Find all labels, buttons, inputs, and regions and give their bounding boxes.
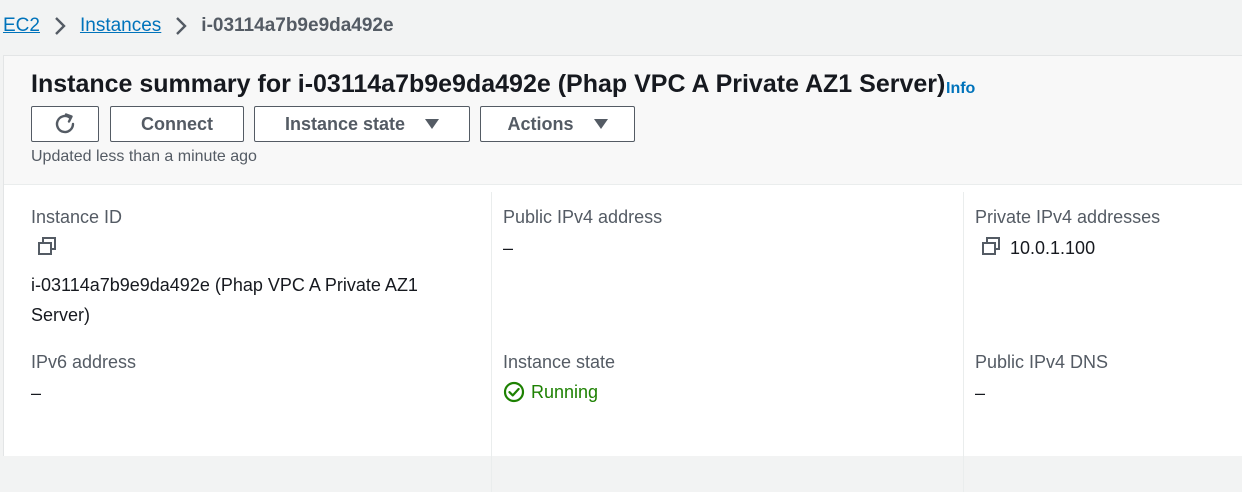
instance-summary-card: Instance summary for i-03114a7b9e9da492e… — [3, 55, 1242, 492]
copy-icon[interactable] — [37, 236, 57, 261]
instance-id-value: i-03114a7b9e9da492e (Phap VPC A Private … — [31, 270, 481, 330]
caret-down-icon — [425, 119, 440, 129]
status-badge: Running — [503, 381, 598, 403]
instance-state-value: Running — [531, 381, 599, 402]
instance-state-label: Instance state — [503, 352, 616, 372]
actions-dropdown[interactable]: Actions — [480, 106, 635, 142]
connect-button[interactable]: Connect — [110, 106, 244, 142]
refresh-button[interactable] — [31, 106, 99, 142]
actions-dropdown-label: Actions — [507, 113, 574, 134]
public-dns-value: – — [975, 383, 986, 403]
ipv6-address-label: IPv6 address — [31, 352, 137, 372]
ipv6-address-value: – — [31, 383, 42, 403]
details-column-3: Private IPv4 addresses 10.0.1.100 Public… — [963, 192, 1242, 492]
instance-id-label: Instance ID — [31, 207, 123, 227]
card-header: Instance summary for i-03114a7b9e9da492e… — [4, 56, 1242, 185]
instance-id-value-line-1: i-03114a7b9e9da492e (Phap VPC A Private … — [31, 275, 418, 295]
refresh-icon — [52, 111, 78, 137]
check-circle-icon — [503, 381, 531, 403]
instance-state-dropdown[interactable]: Instance state — [254, 106, 470, 142]
details-column-2: Public IPv4 address – Instance state Run… — [491, 192, 963, 492]
breadcrumb: EC2 Instances i-03114a7b9e9da492e — [0, 0, 1242, 52]
details-column-1: Instance ID i-03114a7b9e9da492e (Phap VP… — [4, 192, 490, 492]
public-ipv4-value: – — [503, 238, 514, 258]
caret-down-icon — [593, 119, 608, 129]
page-title: Instance summary for i-03114a7b9e9da492e… — [31, 70, 946, 98]
breadcrumb-current: i-03114a7b9e9da492e — [201, 15, 394, 36]
private-ipv4-label: Private IPv4 addresses — [975, 207, 1161, 227]
chevron-right-icon — [54, 16, 66, 36]
instance-state-dropdown-label: Instance state — [284, 113, 406, 134]
updated-timestamp: Updated less than a minute ago — [31, 148, 257, 165]
private-ipv4-value: 10.0.1.100 — [1010, 238, 1096, 258]
breadcrumb-ec2-link[interactable]: EC2 — [3, 15, 40, 37]
chevron-right-icon — [175, 16, 187, 36]
public-dns-label: Public IPv4 DNS — [975, 352, 1109, 372]
instance-id-value-line-2: Server) — [31, 305, 91, 325]
public-ipv4-label: Public IPv4 address — [503, 207, 663, 227]
connect-button-label: Connect — [141, 113, 213, 134]
breadcrumb-instances-link[interactable]: Instances — [80, 15, 161, 37]
copy-icon[interactable] — [981, 236, 1001, 261]
info-link[interactable]: Info — [946, 80, 975, 98]
